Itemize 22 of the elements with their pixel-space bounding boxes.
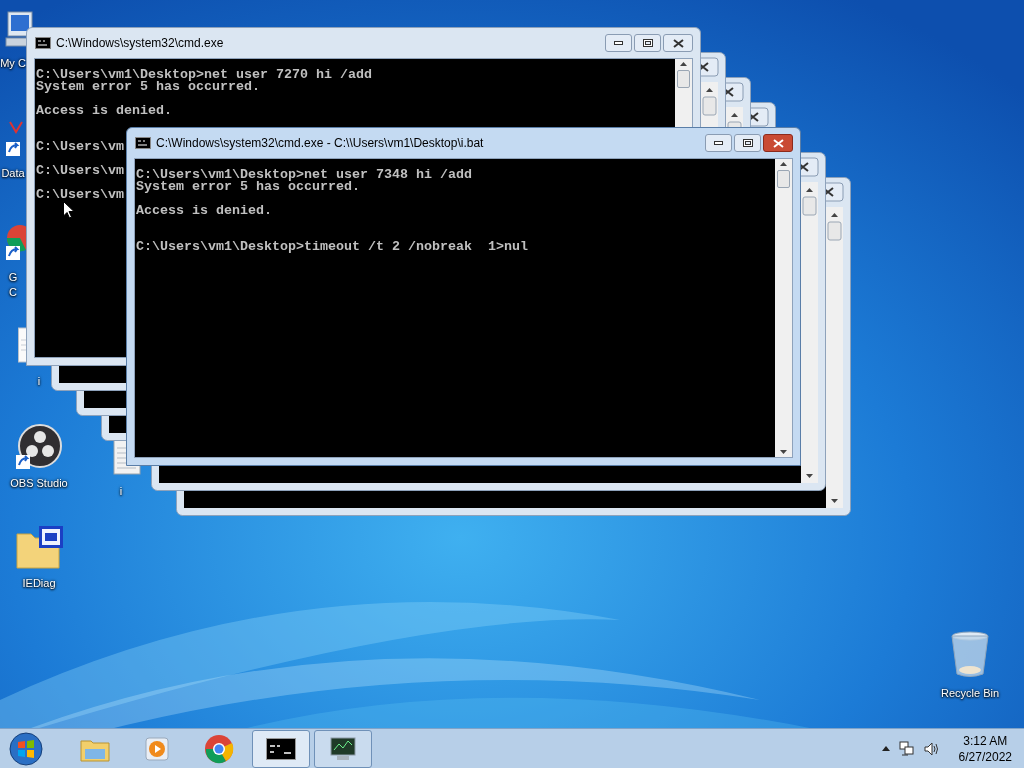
window-title: C:\Windows\system32\cmd.exe: [56, 35, 224, 52]
console-text: Access is denied.: [136, 205, 272, 217]
icon-label[interactable]: OBS Studio: [10, 476, 68, 491]
icon-label[interactable]: G C: [8, 270, 18, 300]
console-text: C:\Users\vm1\Desktop>net user 7348 hi /add: [136, 169, 472, 181]
clock-time[interactable]: 3:12 AM: [963, 732, 1008, 749]
console-text: C:\Users\vm1\Desktop>timeout /t 2 /nobreak 1>nul: [136, 241, 528, 253]
window-title: C:\Windows\system32\cmd.exe - C:\\Users\vm1\Desktop\i.bat: [156, 135, 484, 152]
console-text: C:\Users\vm1\Desktop>net user 7270 hi /add: [36, 69, 372, 81]
console-text: C:\Users\vm: [36, 141, 124, 153]
icon-label[interactable]: i: [37, 374, 41, 389]
icon-label[interactable]: Recycle Bin: [940, 686, 1000, 701]
console-text: C:\Users\vm: [36, 189, 124, 201]
icon-label[interactable]: My C: [0, 56, 26, 71]
console-text: C:\Users\vm: [36, 165, 124, 177]
console-text: System error 5 has occurred.: [136, 181, 360, 193]
console-text: Access is denied.: [36, 105, 172, 117]
icon-label[interactable]: IEDiag: [22, 576, 56, 591]
clock-date[interactable]: 6/27/2022: [958, 748, 1012, 765]
console-text: System error 5 has occurred.: [36, 81, 260, 93]
icon-label[interactable]: i: [119, 484, 123, 499]
icon-label[interactable]: Data: [1, 166, 25, 181]
